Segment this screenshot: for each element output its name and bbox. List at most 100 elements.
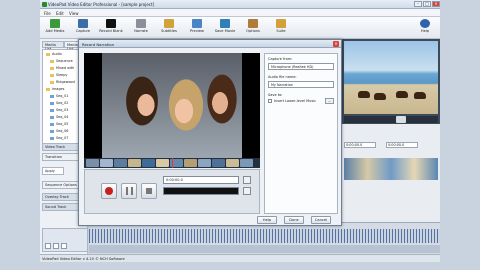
blank-clip-icon (106, 19, 116, 28)
dialog-title-bar: Record Narration × (79, 40, 341, 48)
window-title: VideoPad Video Editor Professional - [sa… (48, 2, 155, 7)
record-icon (105, 187, 113, 195)
suite-icon (276, 19, 286, 28)
image-icon (50, 108, 54, 112)
mute-toggle[interactable] (45, 243, 51, 249)
tree-item[interactable]: Seq_03 (50, 108, 68, 112)
tree-item[interactable]: Seq_07 (50, 136, 68, 140)
playhead-marker[interactable] (172, 158, 173, 168)
toolbar: Add Media Capture Record Blank Narrate S… (40, 17, 440, 39)
image-icon (50, 101, 54, 105)
clip-filmstrip[interactable] (84, 158, 260, 168)
volume-button[interactable] (243, 187, 251, 195)
menu-file[interactable]: File (44, 11, 51, 16)
capture-button[interactable]: Capture (70, 19, 96, 38)
tree-item[interactable]: Seq_04 (50, 115, 68, 119)
tree-item[interactable]: Seq_01 (50, 94, 68, 98)
record-blank-button[interactable]: Record Blank (98, 19, 124, 38)
horse-shape (396, 91, 408, 98)
solo-toggle[interactable] (53, 243, 59, 249)
browse-button[interactable]: ... (325, 98, 334, 104)
subtitles-button[interactable]: Subtitles (156, 19, 182, 38)
help-icon (420, 19, 430, 28)
filmstrip-thumb (240, 159, 253, 167)
record-time: 0:00:00.0 (163, 176, 239, 184)
tree-item[interactable]: Audio (46, 52, 62, 56)
folder-icon (46, 87, 50, 91)
suite-button[interactable]: Suite (268, 19, 294, 38)
filmstrip-thumb (114, 159, 127, 167)
menu-view[interactable]: View (69, 11, 79, 16)
save-to-label: Save to: (268, 93, 283, 97)
image-icon (50, 115, 54, 119)
tree-item[interactable]: Sleepy (50, 73, 67, 77)
horse-shape (358, 91, 370, 98)
filmstrip-thumb (226, 159, 239, 167)
tab-media-list[interactable]: Media List (42, 41, 64, 51)
level-settings-button[interactable] (243, 176, 251, 184)
add-media-icon (50, 19, 60, 28)
cancel-button[interactable]: Cancel (311, 216, 331, 224)
minimize-button[interactable]: – (414, 1, 422, 7)
save-to-checkbox[interactable] (268, 99, 272, 103)
pause-button[interactable] (121, 183, 137, 199)
image-icon (50, 129, 54, 133)
video-clip-strip[interactable] (344, 158, 438, 180)
done-button[interactable]: Done (284, 216, 304, 224)
tree-item[interactable]: Seq_06 (50, 129, 68, 133)
filmstrip-thumb (128, 159, 141, 167)
record-button[interactable] (101, 183, 117, 199)
film-icon (220, 19, 230, 28)
menu-bar: File Edit View (40, 9, 440, 17)
capture-from-label: Capture from: (268, 57, 293, 61)
input-level-meter (163, 187, 239, 195)
folder-icon (50, 66, 54, 70)
tree-item[interactable]: Mixed with (50, 66, 74, 70)
pause-icon (125, 187, 133, 195)
camera-icon (78, 19, 88, 28)
narrate-button[interactable]: Narrate (128, 19, 154, 38)
tree-item[interactable]: Ridgewood (50, 80, 75, 84)
audio-waveform[interactable] (89, 229, 440, 243)
stop-button[interactable] (141, 183, 157, 199)
snapshot-button[interactable] (396, 116, 406, 123)
app-icon (42, 2, 47, 7)
save-to-option: Insert Lower-level Music (274, 99, 317, 103)
preview-time-left: 0:00:00.0 (344, 142, 376, 148)
track-header (42, 228, 88, 252)
filmstrip-thumb (86, 159, 99, 167)
tree-item[interactable]: Images (46, 87, 64, 91)
filmstrip-thumb (198, 159, 211, 167)
narration-options: Capture from: Microphone (Realtek HD) Au… (264, 53, 338, 214)
subtitles-icon (164, 19, 174, 28)
help-button[interactable]: Help (412, 19, 438, 38)
apply-button[interactable]: Apply (42, 167, 64, 175)
folder-icon (50, 73, 54, 77)
tree-item[interactable]: Seq_05 (50, 122, 68, 126)
options-button[interactable]: Options (240, 19, 266, 38)
horse-shape (414, 92, 426, 99)
status-bar: VideoPad Video Editor v 4.10 © NCH Softw… (40, 254, 440, 262)
filmstrip-thumb (184, 159, 197, 167)
tree-item[interactable]: Sequence (50, 59, 73, 63)
video-preview (84, 53, 260, 158)
audio-file-label: Audio file name: (268, 75, 297, 79)
help-dialog-button[interactable]: Help (257, 216, 277, 224)
capture-from-select[interactable]: Microphone (Realtek HD) (268, 63, 334, 70)
image-icon (50, 94, 54, 98)
maximize-button[interactable]: □ (423, 1, 431, 7)
menu-edit[interactable]: Edit (56, 11, 64, 16)
dialog-close-button[interactable]: × (333, 41, 339, 47)
image-icon (50, 136, 54, 140)
close-button[interactable]: × (432, 1, 440, 7)
preview-time-right: 0:00:00.0 (386, 142, 418, 148)
track-ruler (89, 245, 440, 253)
preview-button[interactable]: Preview (184, 19, 210, 38)
audio-file-input[interactable]: My Narration (268, 81, 334, 88)
lock-toggle[interactable] (61, 243, 67, 249)
filmstrip-thumb (212, 159, 225, 167)
add-media-button[interactable]: Add Media (42, 19, 68, 38)
tree-item[interactable]: Seq_02 (50, 101, 68, 105)
folder-icon (50, 80, 54, 84)
save-movie-button[interactable]: Save Movie (212, 19, 238, 38)
